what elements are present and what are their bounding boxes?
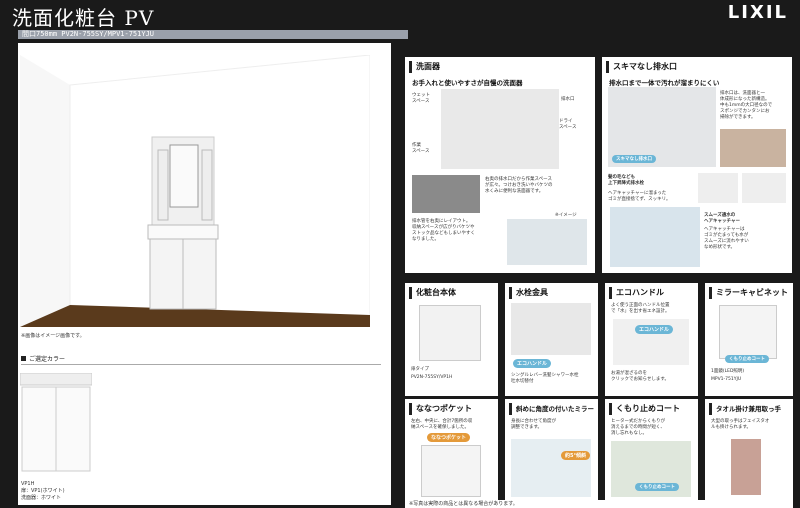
pocket-badge: ななつポケット (427, 433, 471, 442)
panel-title: 水栓金具 (509, 287, 548, 299)
label-dry: ドライ スペース (559, 119, 577, 130)
panel-title: くもり止めコート (609, 403, 680, 415)
left-column: ※画像はイメージ画像です。 ご選定カラー VP1H 扉：VP1(ホワイト) 洗面… (18, 43, 391, 505)
diagram-photo (610, 207, 700, 267)
fog-badge: くもり止めコート (635, 483, 679, 491)
label-work: 作業 スペース (412, 143, 430, 154)
catcher-photo-1 (698, 173, 738, 203)
panel-title: タオル掛け兼用取っ手 (709, 403, 781, 415)
cabinet-photo (419, 305, 481, 361)
cabinet-text-1: 扉タイプ (411, 367, 429, 372)
bucket-photo (412, 175, 480, 213)
tilt-text: 身長に合わせて角度が 調整できます。 (511, 419, 556, 430)
faucet-photo (511, 303, 591, 355)
panel-cabinet: 化粧台本体 扉タイプ PV2N-755SY/VP1H (405, 283, 498, 396)
panel-faucet: 水栓金具 エコハンドル シングルレバー洗髪シャワー水栓 吐水切替付 (505, 283, 598, 396)
catalog-page: 洗面化粧台 PV LIXIL 間口750mm PV2N-755SY/MPV1-7… (0, 0, 800, 508)
basin-text-2: 排水管を右奥にレイアウト。 収納スペースが広がりバケツや ストック品などもしまい… (412, 219, 475, 242)
color-section-heading: ご選定カラー (21, 354, 381, 365)
panel-eco-handle: エコハンドル よく使う正面のハンドル位置 で「水」を出す省エネ設計。 エコハンド… (605, 283, 698, 396)
swatch-text: VP1H 扉：VP1(ホワイト) 洗面器：ホワイト (21, 481, 65, 501)
eco-badge: エコハンドル (635, 325, 674, 334)
catcher-photo-2 (742, 173, 786, 203)
eco-text-2: お湯が混ざるのを クリックでお知らせします。 (611, 371, 669, 382)
eco-text-1: よく使う正面のハンドル位置 で「水」を出す省エネ設計。 (611, 303, 670, 314)
panel-drain: スキマなし排水口 排水口まで一体で汚れが溜まりにくい スキマなし排水口 排水口は… (602, 57, 792, 273)
footnote: ※写真は実際の商品とは異なる場合があります。 (405, 500, 793, 508)
mirror-badge: くもり止めコート (725, 355, 769, 363)
mirror-text-1: 1面鏡(LED照明) (711, 369, 745, 374)
cabinet-text-2: PV2N-755SY/VP1H (411, 375, 453, 380)
mirror-photo (719, 305, 777, 359)
mirror-text-2: MPV1-751YJU (711, 377, 742, 382)
tilt-badge: 約5°傾斜 (561, 451, 590, 460)
image-caption: ※画像はイメージ画像です。 (21, 333, 85, 339)
lixil-logo: LIXIL (727, 2, 788, 23)
panel-title: スキマなし排水口 (606, 61, 677, 73)
panel-title: 斜めに角度の付いたミラー (509, 403, 594, 415)
image-note: ※イメージ (555, 213, 577, 218)
panel-tilt-mirror: 斜めに角度の付いたミラー 身長に合わせて角度が 調整できます。 約5°傾斜 (505, 399, 598, 500)
eco-handle-badge: エコハンドル (513, 359, 552, 368)
basin-photo (441, 89, 559, 169)
room-svg (20, 55, 370, 327)
panel-title: エコハンドル (609, 287, 664, 299)
panel-mirror: ミラーキャビネット くもり止めコート 1面鏡(LED照明) MPV1-751YJ… (705, 283, 793, 396)
drain-text-4: スムーズ通水の ヘアキャッチャー (704, 213, 740, 224)
color-swatch (19, 372, 93, 473)
pocket-text: 左右、中央に、合計7箇所の収 納スペースを確保しました。 (411, 419, 473, 430)
towel-text: 大型の取っ手はフェイスタオ ルも掛けられます。 (711, 419, 770, 430)
section-marker-icon (21, 356, 26, 361)
storage-photo (507, 219, 587, 265)
room-illustration (20, 55, 370, 327)
faucet-text: シングルレバー洗髪シャワー水栓 吐水切替付 (511, 373, 579, 384)
label-wet: ウェット スペース (412, 93, 430, 104)
panel-title: ななつポケット (409, 403, 472, 415)
drain-text-1: 排水口は、洗面器と一 体成形になった新構造。 中も1mmの大口径なので スポンジ… (720, 91, 773, 120)
panel-antifog: くもり止めコート ヒーター式だからくもりが 消えるまでの時間が短く、 消し忘れも… (605, 399, 698, 500)
label-drain: 排水口 (561, 97, 575, 102)
towel-photo (731, 439, 761, 495)
panel-subtitle: お手入れと使いやすさが自慢の洗面器 (412, 79, 523, 87)
tilt-photo (511, 439, 591, 497)
swatch-svg (19, 372, 93, 472)
feature-grid: 洗面器 お手入れと使いやすさが自慢の洗面器 ウェット スペース 作業 スペース … (405, 57, 793, 508)
panel-towel-handle: タオル掛け兼用取っ手 大型の取っ手はフェイスタオ ルも掛けられます。 (705, 399, 793, 500)
drain-text-2: 髪の毛なども 上下昇降式排水栓 (608, 175, 644, 186)
panel-subtitle: 排水口まで一体で汚れが溜まりにくい (609, 79, 720, 87)
fog-text: ヒーター式だからくもりが 消えるまでの時間が短く、 消し忘れもなし。 (611, 419, 665, 436)
panel-title: 洗面器 (409, 61, 440, 73)
drain-text-3: ヘアキャッチャーに溜まった ゴミが直接捨てず、スッキリ。 (608, 191, 671, 202)
panel-pocket: ななつポケット 左右、中央に、合計7箇所の収 納スペースを確保しました。 ななつ… (405, 399, 498, 500)
panel-title: 化粧台本体 (409, 287, 456, 299)
basin-text-1: 右奥の排水口だから作業スペース が広々。つけおき洗いやバケツの 水くみに便利な洗… (485, 177, 553, 194)
pocket-photo (421, 445, 481, 497)
model-bar: 間口750mm PV2N-755SY/MPV1-751YJU (18, 30, 408, 39)
drain-badge: スキマなし排水口 (612, 155, 656, 163)
panel-basin: 洗面器 お手入れと使いやすさが自慢の洗面器 ウェット スペース 作業 スペース … (405, 57, 595, 273)
page-title: 洗面化粧台 PV (12, 6, 155, 30)
sponge-photo (720, 129, 786, 167)
drain-text-5: ヘアキャッチャーは ゴミがたまっても水が スムーズに流れやすい なめ形状です。 (704, 227, 749, 250)
panel-title: ミラーキャビネット (709, 287, 788, 299)
